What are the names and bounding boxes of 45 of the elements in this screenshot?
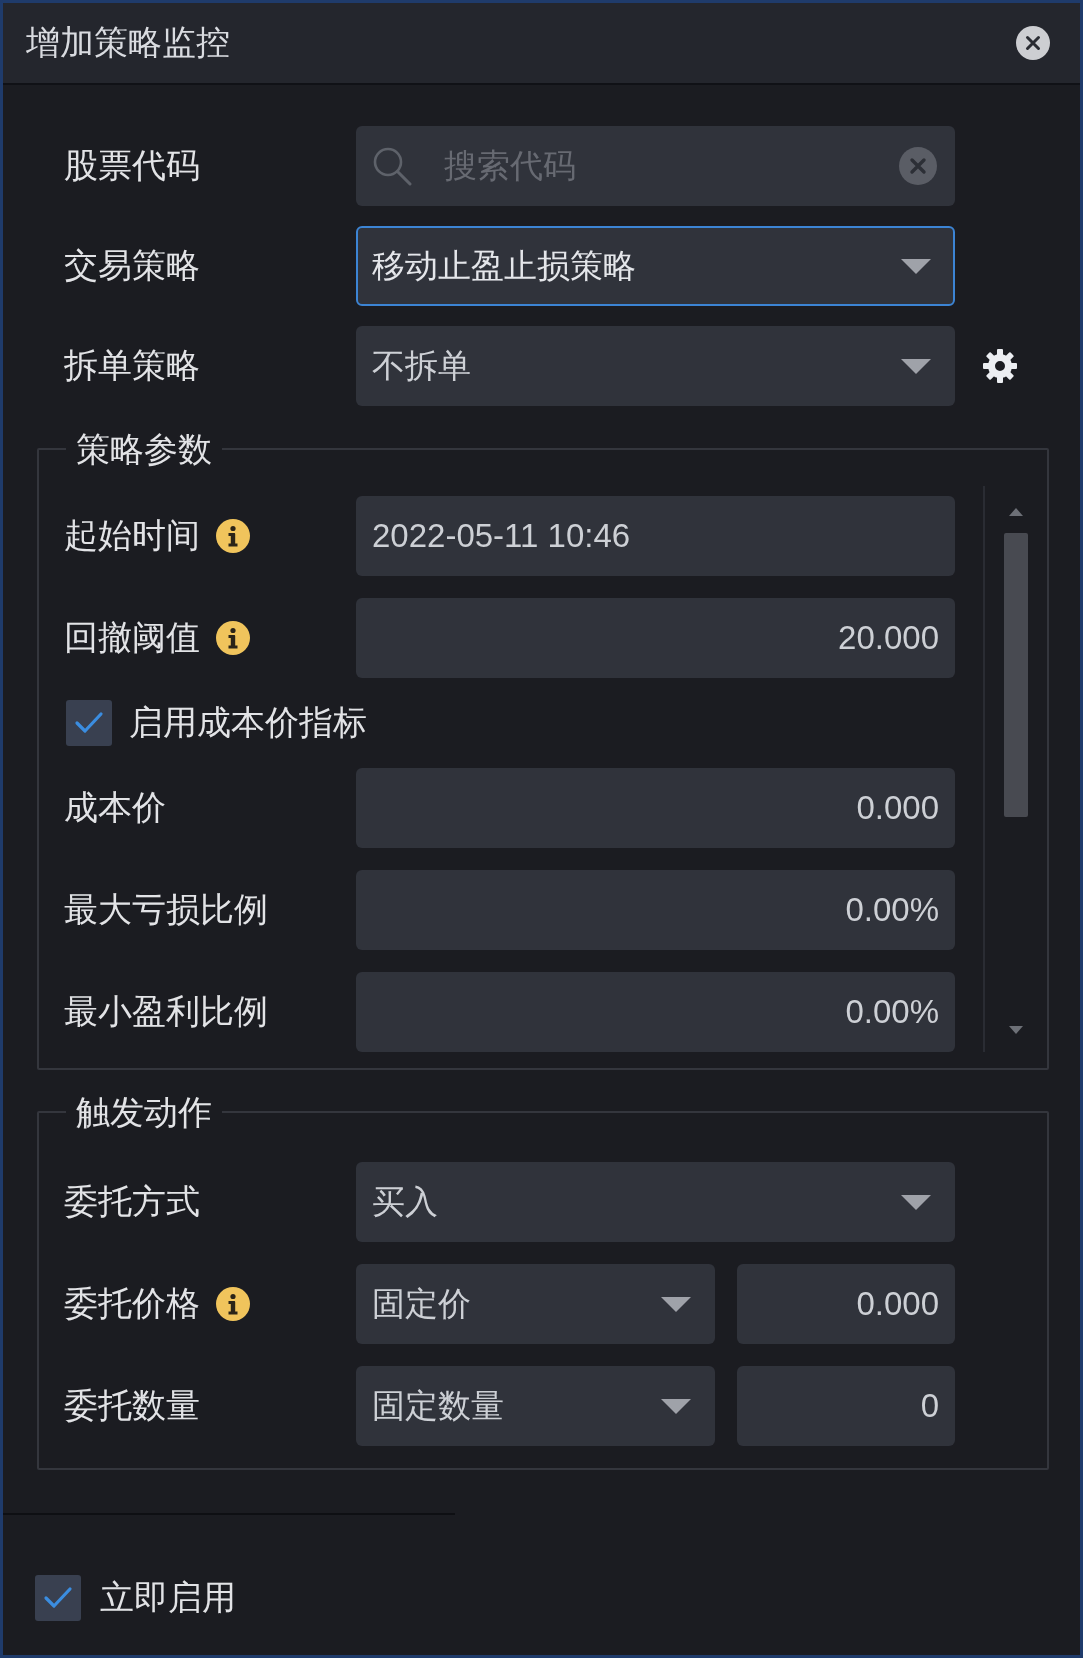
number-field[interactable]: 0.000: [356, 768, 955, 848]
number-field[interactable]: 0.00%: [356, 870, 955, 950]
checkbox[interactable]: [35, 1575, 81, 1621]
dropdown[interactable]: 不拆单: [356, 326, 955, 406]
scroll-up-arrow-icon[interactable]: [1009, 508, 1023, 516]
number-field[interactable]: 0: [737, 1366, 955, 1446]
field-label: 起始时间: [64, 515, 200, 556]
gear-icon[interactable]: [983, 349, 1017, 383]
field-label: 回撤阈值: [64, 617, 200, 658]
info-icon[interactable]: [216, 519, 250, 553]
scroll-down-arrow-icon[interactable]: [1009, 1026, 1023, 1034]
group-title: 触发动作: [75, 1092, 213, 1132]
field-label: 委托数量: [64, 1385, 200, 1426]
checkbox[interactable]: [66, 700, 112, 746]
number-field[interactable]: 20.000: [356, 598, 955, 678]
caret-icon: [661, 1296, 691, 1312]
window-title: 增加策略监控: [26, 22, 230, 63]
field-label: 委托价格: [64, 1283, 200, 1324]
checkbox-label: 立即启用: [100, 1577, 236, 1618]
dropdown[interactable]: 固定数量: [356, 1366, 715, 1446]
dropdown[interactable]: 固定价: [356, 1264, 715, 1344]
field-label: 最大亏损比例: [64, 889, 268, 930]
dropdown[interactable]: 买入: [356, 1162, 955, 1242]
field-label: 交易策略: [64, 245, 200, 286]
clear-icon[interactable]: [899, 147, 937, 185]
caret-icon: [901, 1194, 931, 1210]
caret-icon: [661, 1398, 691, 1414]
info-icon[interactable]: [216, 1287, 250, 1321]
field-label: 拆单策略: [64, 345, 200, 386]
number-field[interactable]: 0.00%: [356, 972, 955, 1052]
scrollbar-thumb[interactable]: [1004, 533, 1028, 817]
info-icon[interactable]: [216, 621, 250, 655]
field-label: 成本价: [64, 787, 166, 828]
text-field[interactable]: 2022-05-11 10:46: [356, 496, 955, 576]
field-label: 委托方式: [64, 1181, 200, 1222]
caret-icon: [901, 258, 931, 274]
group-title: 策略参数: [75, 429, 213, 469]
search-icon: [372, 146, 412, 186]
checkbox-label: 启用成本价指标: [129, 702, 367, 743]
dropdown[interactable]: 移动止盈止损策略: [356, 226, 955, 306]
close-icon[interactable]: [1016, 26, 1050, 60]
field-label: 最小盈利比例: [64, 991, 268, 1032]
caret-icon: [901, 358, 931, 374]
field-label: 股票代码: [64, 145, 200, 186]
number-field[interactable]: 0.000: [737, 1264, 955, 1344]
